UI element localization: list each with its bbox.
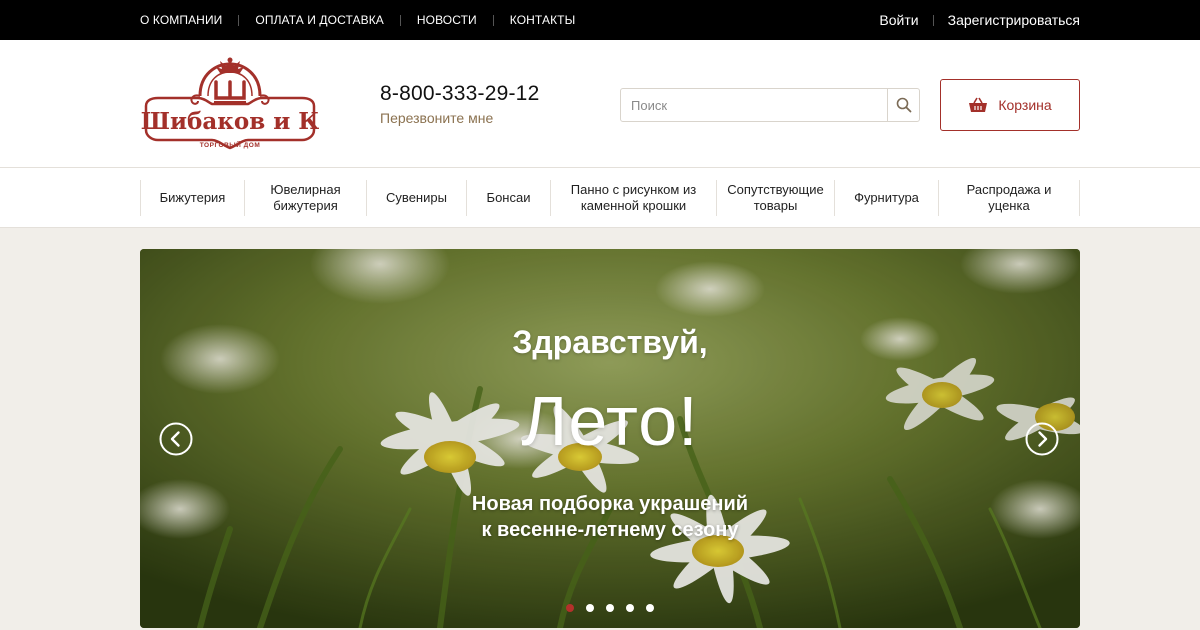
site-header: Шибаков и К ТОРГОВЫЙ ДОМ 8-800-333-29-12… [0, 40, 1200, 168]
hero-greeting: Здравствуй, [512, 324, 708, 360]
category-related-goods[interactable]: Сопутствующие товары [717, 180, 835, 216]
register-link[interactable]: Зарегистрироваться [948, 12, 1080, 28]
hero-slider: Здравствуй, Лето! Новая подборка украшен… [140, 249, 1080, 628]
slider-dot[interactable] [586, 604, 594, 612]
slider-next-button[interactable] [1025, 422, 1059, 456]
slider-dot[interactable] [566, 604, 574, 612]
login-link[interactable]: Войти [879, 12, 918, 28]
top-nav-contacts[interactable]: КОНТАКТЫ [510, 13, 576, 27]
slider-dot[interactable] [606, 604, 614, 612]
category-souvenirs[interactable]: Сувениры [367, 180, 467, 216]
logo-tagline: ТОРГОВЫЙ ДОМ [200, 140, 261, 149]
top-nav-about[interactable]: О КОМПАНИИ [140, 13, 222, 27]
hero-subtitle: Новая подборка украшений к весенне-летне… [140, 491, 1080, 543]
search-input[interactable] [621, 89, 887, 121]
category-sale[interactable]: Распродажа и уценка [939, 180, 1079, 216]
search-icon [896, 97, 911, 113]
search-box [620, 88, 920, 122]
divider [932, 14, 934, 26]
category-nav: Бижутерия Ювелирная бижутерия Сувениры Б… [0, 168, 1200, 228]
top-bar: О КОМПАНИИ ОПЛАТА И ДОСТАВКА НОВОСТИ КОН… [0, 0, 1200, 40]
hero-subtitle-line-2: к весенне-летнему сезону [481, 519, 739, 541]
chevron-left-icon [159, 422, 193, 456]
slider-dot[interactable] [646, 604, 654, 612]
category-label: Бонсаи [486, 190, 531, 205]
divider [492, 14, 494, 26]
slider-dot[interactable] [626, 604, 634, 612]
slider-prev-button[interactable] [159, 422, 193, 456]
divider [238, 14, 240, 26]
category-label: Сопутствующие товары [727, 182, 824, 213]
cart-button[interactable]: Корзина [940, 79, 1080, 131]
cart-label: Корзина [998, 97, 1052, 113]
phone-number: 8-800-333-29-12 [380, 82, 540, 105]
category-label: Распродажа и уценка [966, 182, 1052, 213]
auth-nav: Войти Зарегистрироваться [879, 12, 1080, 28]
logo-name: Шибаков и К [141, 108, 319, 135]
top-nav-payment-delivery[interactable]: ОПЛАТА И ДОСТАВКА [255, 13, 384, 27]
category-label: Бижутерия [159, 190, 226, 205]
category-label: Сувениры [386, 190, 447, 205]
category-label: Панно с рисунком из каменной крошки [570, 182, 697, 213]
category-bonsai[interactable]: Бонсаи [467, 180, 551, 216]
hero-subtitle-line-1: Новая подборка украшений [471, 493, 749, 515]
category-fine-jewelry[interactable]: Ювелирная бижутерия [245, 180, 367, 216]
divider [399, 14, 401, 26]
hero-title: Лето! [521, 382, 699, 460]
callback-link[interactable]: Перезвоните мне [380, 110, 493, 126]
category-label: Фурнитура [854, 190, 919, 205]
category-jewelry[interactable]: Бижутерия [141, 180, 245, 216]
slider-dots [140, 604, 1080, 612]
top-nav-news[interactable]: НОВОСТИ [417, 13, 477, 27]
site-logo[interactable]: Шибаков и К ТОРГОВЫЙ ДОМ [138, 56, 322, 152]
basket-icon [969, 97, 988, 112]
chevron-right-icon [1025, 422, 1059, 456]
top-nav: О КОМПАНИИ ОПЛАТА И ДОСТАВКА НОВОСТИ КОН… [140, 13, 575, 27]
search-button[interactable] [887, 89, 919, 121]
category-fittings[interactable]: Фурнитура [835, 180, 939, 216]
category-label: Ювелирная бижутерия [270, 182, 341, 213]
logo-emblem: Шибаков и К ТОРГОВЫЙ ДОМ [141, 57, 319, 150]
category-stone-panels[interactable]: Панно с рисунком из каменной крошки [551, 180, 717, 216]
